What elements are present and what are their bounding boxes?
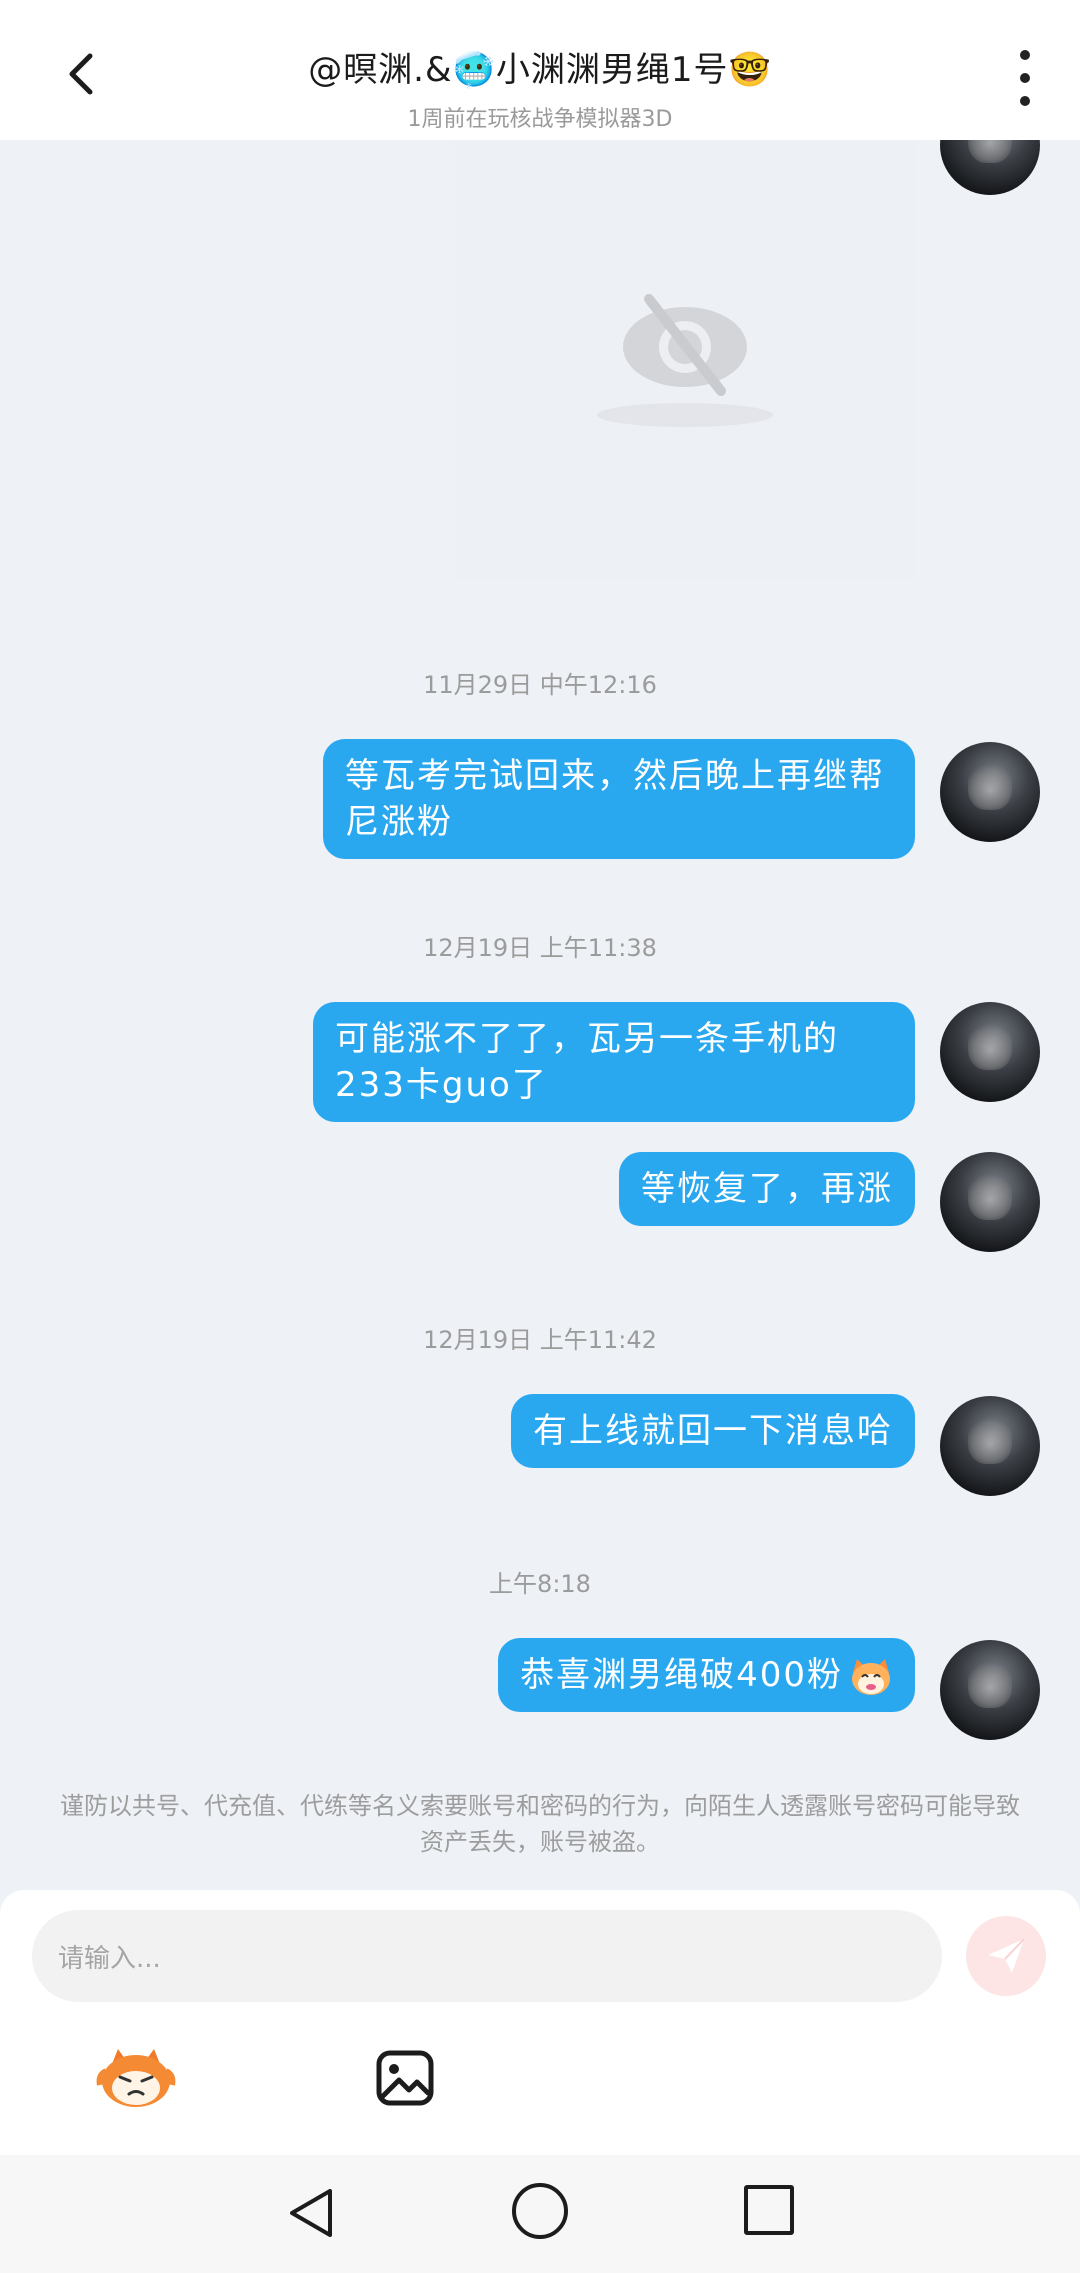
user-avatar[interactable] xyxy=(940,1640,1040,1740)
paper-plane-icon xyxy=(988,1938,1025,1973)
message-bubble[interactable]: 恭喜渊男绳破400粉 xyxy=(498,1638,915,1712)
more-options-button[interactable] xyxy=(1010,50,1040,106)
hidden-image-message[interactable] xyxy=(455,140,915,580)
image-picker-icon xyxy=(376,2050,434,2106)
cat-face-emoji-icon xyxy=(849,1657,893,1697)
message-text: 恭喜渊男绳破400粉 xyxy=(520,1655,843,1695)
message-bubble[interactable]: 等瓦考完试回来，然后晚上再继帮尼涨粉 xyxy=(323,739,915,859)
chat-title-block: @暝渊.&🥶小渊渊男绳1号🤓 1周前在玩核战争模拟器3D xyxy=(180,42,900,133)
chat-header: @暝渊.&🥶小渊渊男绳1号🤓 1周前在玩核战争模拟器3D xyxy=(0,0,1080,140)
user-avatar[interactable] xyxy=(940,1002,1040,1102)
chat-title: @暝渊.&🥶小渊渊男绳1号🤓 xyxy=(308,50,772,90)
user-avatar[interactable] xyxy=(940,1396,1040,1496)
message-list[interactable]: 11月29日 中午12:16 等瓦考完试回来，然后晚上再继帮尼涨粉 12月19日… xyxy=(0,95,1080,1890)
security-notice: 谨防以共号、代充值、代练等名义索要账号和密码的行为，向陌生人透露账号密码可能导致… xyxy=(60,1792,1020,1856)
message-bubble[interactable]: 可能涨不了了，瓦另一条手机的233卡guo了 xyxy=(313,1002,915,1122)
system-nav-bar xyxy=(0,2155,1080,2273)
nav-recents-square-icon[interactable] xyxy=(744,2185,794,2235)
message-timestamp: 上午8:18 xyxy=(489,1570,591,1598)
user-avatar[interactable] xyxy=(940,742,1040,842)
back-button[interactable] xyxy=(52,44,112,104)
vertical-dots-icon xyxy=(1020,50,1030,60)
eye-off-icon xyxy=(597,294,773,427)
message-bubble[interactable]: 等恢复了，再涨 xyxy=(619,1152,915,1226)
message-timestamp: 12月19日 上午11:42 xyxy=(423,1326,657,1354)
send-button[interactable] xyxy=(966,1916,1046,1996)
user-avatar[interactable] xyxy=(940,1152,1040,1252)
message-bubble[interactable]: 有上线就回一下消息哈 xyxy=(511,1394,915,1468)
message-input[interactable]: 请输入... xyxy=(32,1910,942,2002)
nav-home-circle-icon[interactable] xyxy=(512,2183,568,2239)
mascot-emoji-icon xyxy=(96,2049,176,2107)
image-picker-button[interactable] xyxy=(374,2048,436,2108)
chat-status: 1周前在玩核战争模拟器3D xyxy=(407,107,673,132)
message-timestamp: 12月19日 上午11:38 xyxy=(423,934,657,962)
mascot-emoji-button[interactable] xyxy=(96,2045,176,2111)
message-timestamp: 11月29日 中午12:16 xyxy=(423,671,657,699)
nav-back-triangle-icon[interactable] xyxy=(282,2183,342,2243)
chevron-left-icon xyxy=(69,53,93,95)
input-panel: 请输入... xyxy=(0,1890,1080,2155)
